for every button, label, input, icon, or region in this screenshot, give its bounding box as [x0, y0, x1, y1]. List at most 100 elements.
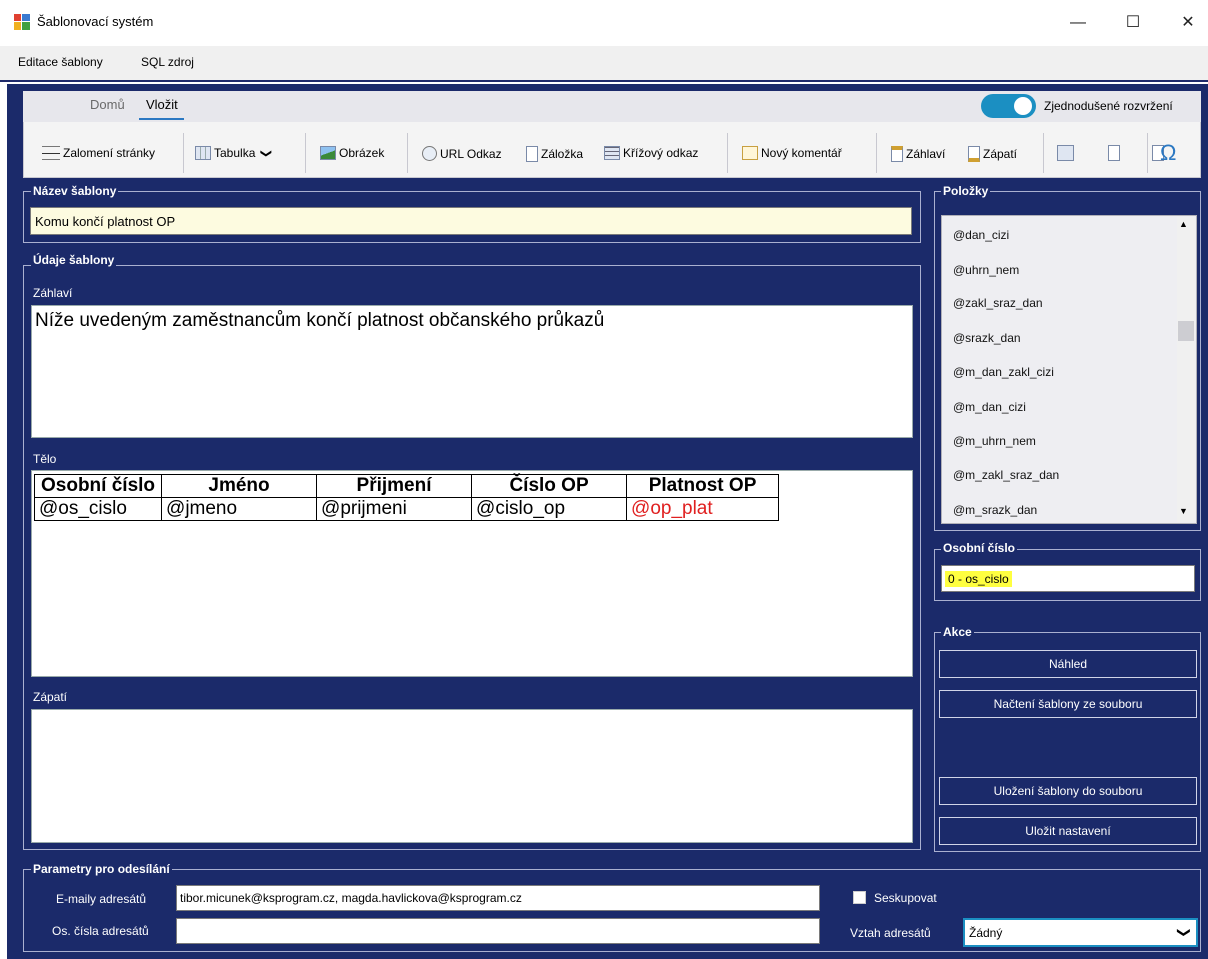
table-header-cell: Platnost OP	[626, 474, 780, 498]
page-number-icon[interactable]	[1108, 145, 1121, 161]
list-item[interactable]: @dan_cizi	[953, 228, 1009, 242]
body-table: Osobní číslo Jméno Přijmení Číslo OP Pla…	[33, 474, 780, 521]
emails-input[interactable]: tibor.micunek@ksprogram.cz, magda.havlic…	[176, 885, 820, 911]
list-item[interactable]: @m_uhrn_nem	[953, 434, 1036, 448]
separator	[727, 133, 728, 173]
symbol-omega-icon[interactable]: Ω	[1160, 140, 1176, 166]
personal-number-group-label: Osobní číslo	[941, 541, 1018, 555]
table-label: Tabulka	[214, 146, 256, 160]
separator	[876, 133, 877, 173]
footer-editor[interactable]	[31, 709, 913, 843]
table-icon	[195, 146, 211, 160]
list-item[interactable]: @m_dan_zakl_cizi	[953, 365, 1054, 379]
personal-number-value: 0 - os_cislo	[945, 571, 1012, 587]
table-cell: @prijmeni	[316, 497, 473, 521]
header-editor[interactable]: Níže uvedeným zaměstnancům končí platnos…	[31, 305, 913, 438]
url-link-button[interactable]: URL Odkaz	[422, 146, 502, 161]
table-cell: @jmeno	[161, 497, 318, 521]
table-row: @os_cislo @jmeno @prijmeni @cislo_op @op…	[33, 497, 780, 521]
bookmark-button[interactable]: Záložka	[526, 146, 583, 162]
header-section-label: Záhlaví	[33, 286, 73, 300]
cross-reference-button[interactable]: Křížový odkaz	[604, 146, 698, 160]
list-item[interactable]: @uhrn_nem	[953, 263, 1019, 277]
active-tab-indicator	[139, 118, 184, 120]
globe-link-icon	[422, 146, 437, 161]
new-comment-button[interactable]: Nový komentář	[742, 146, 842, 160]
items-group-label: Položky	[941, 184, 991, 198]
maximize-button[interactable]: ☐	[1118, 10, 1148, 36]
footer-button[interactable]: Zápatí	[968, 146, 1017, 162]
toggle-knob	[1014, 97, 1032, 115]
separator	[1147, 133, 1148, 173]
field-icon[interactable]	[1057, 145, 1074, 161]
list-item[interactable]: @m_srazk_dan	[953, 503, 1037, 517]
template-data-group-label: Údaje šablony	[31, 253, 117, 267]
save-settings-button[interactable]: Uložit nastavení	[939, 817, 1197, 845]
body-editor[interactable]: Osobní číslo Jméno Přijmení Číslo OP Pla…	[31, 470, 913, 677]
separator	[183, 133, 184, 173]
menu-sql-source[interactable]: SQL zdroj	[137, 53, 198, 71]
comment-icon	[742, 146, 758, 160]
relation-select[interactable]: Žádný	[963, 918, 1198, 947]
emails-label: E-maily adresátů	[56, 892, 147, 906]
save-template-button[interactable]: Uložení šablony do souboru	[939, 777, 1197, 805]
list-item[interactable]: @zakl_sraz_dan	[953, 296, 1043, 310]
send-params-group-label: Parametry pro odesílání	[31, 862, 172, 876]
url-link-label: URL Odkaz	[440, 146, 502, 161]
actions-group-label: Akce	[941, 625, 974, 639]
scroll-thumb[interactable]	[1178, 321, 1194, 341]
personal-numbers-input[interactable]	[176, 918, 820, 944]
header-icon	[891, 146, 903, 162]
separator	[305, 133, 306, 173]
header-label: Záhlaví	[906, 147, 946, 161]
table-cell: @os_cislo	[33, 497, 163, 521]
footer-icon	[968, 146, 980, 162]
table-button[interactable]: Tabulka ❯	[195, 146, 272, 160]
scroll-up-icon[interactable]: ▲	[1179, 219, 1188, 229]
menu-edit-template[interactable]: Editace šablony	[14, 53, 107, 71]
preview-button[interactable]: Náhled	[939, 650, 1197, 678]
page-break-icon	[42, 146, 60, 160]
footer-label: Zápatí	[983, 147, 1018, 161]
app-icon	[14, 14, 30, 30]
window-title: Šablonovací systém	[37, 14, 154, 29]
personal-numbers-label: Os. čísla adresátů	[52, 924, 149, 938]
table-header-cell: Přijmení	[316, 474, 473, 498]
new-comment-label: Nový komentář	[761, 146, 842, 160]
body-section-label: Tělo	[33, 452, 57, 466]
scroll-down-icon[interactable]: ▼	[1179, 506, 1188, 516]
cross-reference-icon	[604, 146, 620, 160]
header-button[interactable]: Záhlaví	[891, 146, 945, 162]
list-item[interactable]: @m_zakl_sraz_dan	[953, 468, 1059, 482]
bookmark-label: Záložka	[541, 147, 584, 161]
page-break-label: Zalomení stránky	[63, 146, 156, 160]
page-break-button[interactable]: Zalomení stránky	[42, 146, 155, 160]
title-bar	[0, 0, 1208, 46]
bookmark-icon	[526, 146, 538, 162]
image-button[interactable]: Obrázek	[320, 146, 384, 160]
table-header-cell: Jméno	[161, 474, 318, 498]
chevron-down-icon[interactable]: ❯	[1173, 918, 1196, 947]
table-cell: @cislo_op	[471, 497, 628, 521]
tab-insert[interactable]: Vložit	[146, 97, 178, 112]
simplified-layout-label: Zjednodušené rozvržení	[1044, 99, 1173, 113]
load-template-button[interactable]: Načtení šablony ze souboru	[939, 690, 1197, 718]
items-scrollbar[interactable]	[1177, 217, 1195, 522]
group-checkbox-label: Seskupovat	[874, 891, 937, 905]
image-label: Obrázek	[339, 146, 385, 160]
relation-label: Vztah adresátů	[850, 926, 931, 940]
personal-number-field[interactable]: 0 - os_cislo	[941, 565, 1195, 592]
header-text: Níže uvedeným zaměstnancům končí platnos…	[35, 310, 605, 331]
list-item[interactable]: @m_dan_cizi	[953, 400, 1026, 414]
table-header-cell: Číslo OP	[471, 474, 628, 498]
template-name-input[interactable]: Komu končí platnost OP	[30, 207, 912, 235]
list-item[interactable]: @srazk_dan	[953, 331, 1021, 345]
tab-home[interactable]: Domů	[90, 97, 125, 112]
image-icon	[320, 146, 336, 160]
template-name-group-label: Název šablony	[31, 184, 119, 198]
minimize-button[interactable]: —	[1063, 10, 1093, 36]
close-button[interactable]: ✕	[1173, 10, 1203, 36]
footer-section-label: Zápatí	[33, 690, 68, 704]
table-cell-highlighted: @op_plat	[626, 497, 780, 521]
group-checkbox[interactable]	[853, 891, 866, 904]
